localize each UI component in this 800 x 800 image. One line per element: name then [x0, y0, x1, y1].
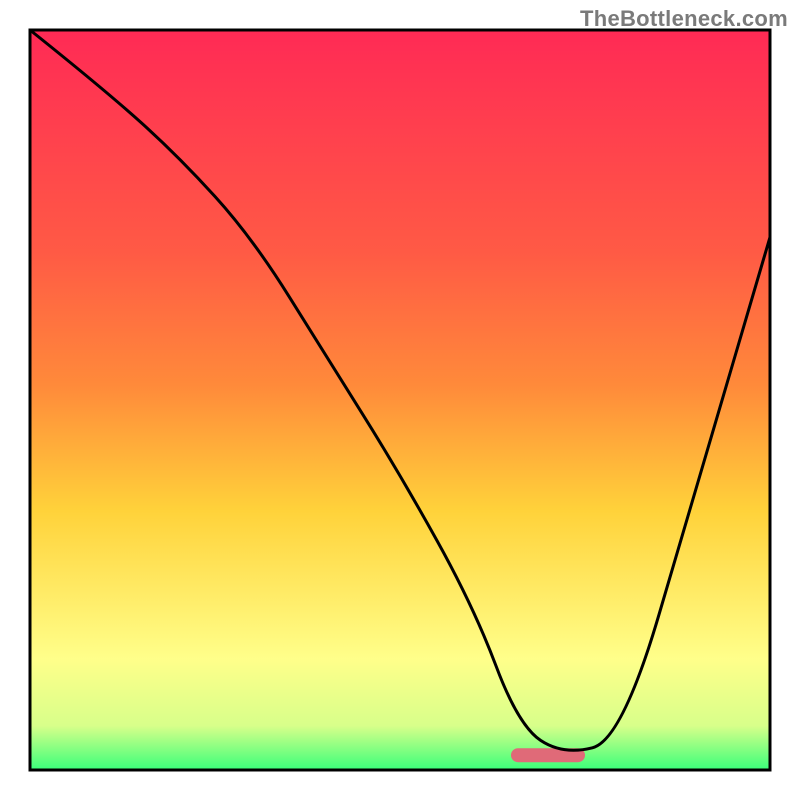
bottleneck-chart	[0, 0, 800, 800]
watermark-text: TheBottleneck.com	[580, 6, 788, 32]
chart-container: TheBottleneck.com	[0, 0, 800, 800]
